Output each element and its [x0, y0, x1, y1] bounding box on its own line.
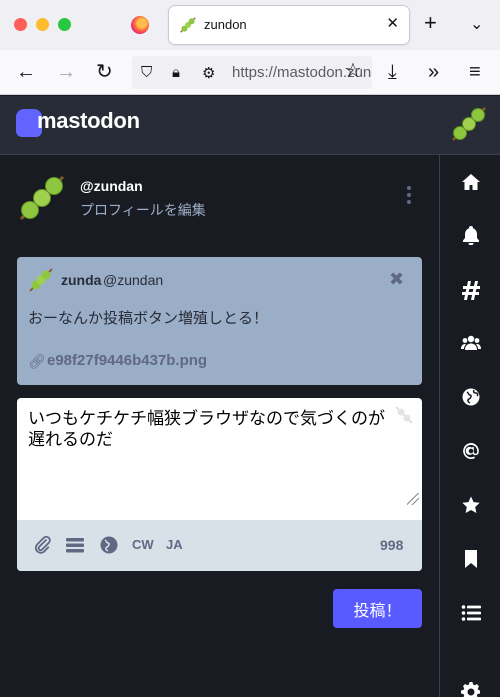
dango-favicon-icon	[180, 17, 196, 33]
browser-nav-bar: ← → ↻ ⛉ 🔒︎ ⚙ https://mastodon.zunda.ninj…	[0, 50, 500, 95]
menu-icon[interactable]: ≡	[469, 60, 481, 84]
profile-handle[interactable]: @zundan	[80, 178, 143, 194]
compose-form: いつもケチケチ幅狭ブラウザなので気づくのが遅れるのだ CW JA 998	[17, 398, 422, 571]
home-icon[interactable]	[440, 162, 500, 202]
profile-avatar[interactable]	[17, 173, 67, 223]
forward-arrow-icon[interactable]: →	[56, 60, 76, 84]
overflow-chevron-icon[interactable]: »	[428, 60, 439, 84]
star-icon[interactable]	[440, 485, 500, 525]
bookmark-star-icon[interactable]: ☆	[344, 59, 362, 83]
reply-acct[interactable]: @zundan	[103, 272, 163, 288]
shield-icon[interactable]: ⛉	[141, 64, 152, 81]
character-counter: 998	[380, 537, 404, 553]
app-header: mastodon	[0, 96, 500, 155]
at-icon[interactable]	[440, 431, 500, 471]
tab-list-chevron-icon[interactable]: ⌄	[470, 14, 483, 34]
tab-title: zundon	[204, 17, 247, 32]
paperclip-icon[interactable]	[33, 535, 53, 558]
compose-toolbar: CW JA 998	[17, 520, 422, 571]
publish-button[interactable]: 投稿！	[333, 589, 422, 628]
back-arrow-icon[interactable]: ←	[16, 60, 36, 84]
hashtag-icon[interactable]	[440, 270, 500, 310]
reload-icon[interactable]: ↻	[96, 60, 113, 84]
close-window-button[interactable]	[14, 18, 27, 31]
url-bar[interactable]: ⛉ 🔒︎ ⚙ https://mastodon.zunda.ninja/web/…	[132, 56, 372, 89]
reply-display-name[interactable]: zunda	[61, 272, 101, 288]
downloads-icon[interactable]: ⤓	[388, 60, 397, 84]
reply-avatar[interactable]	[28, 267, 54, 293]
edit-profile-link[interactable]: プロフィールを編集	[80, 200, 206, 220]
reply-indicator: zunda @zundan ✖ おーなんか投稿ボタン増殖しとる！ 🔗︎ e98f…	[17, 257, 422, 385]
poll-icon[interactable]	[65, 535, 85, 558]
tab-close-button[interactable]: ✕	[386, 14, 399, 32]
bookmark-icon[interactable]	[440, 539, 500, 579]
gear-icon[interactable]	[440, 671, 500, 697]
firefox-view-icon[interactable]	[131, 16, 149, 34]
lock-icon[interactable]: 🔒︎	[172, 64, 180, 81]
globe-icon[interactable]	[440, 377, 500, 417]
mastodon-app: mastodon @zundan プロフィールを編集 zunda @zundan…	[0, 96, 500, 697]
emoji-picker-icon[interactable]	[393, 404, 415, 426]
reply-attachment-link[interactable]: e98f27f9446b437b.png	[47, 352, 207, 369]
people-icon[interactable]	[440, 323, 500, 363]
cancel-reply-close-icon[interactable]: ✖	[389, 269, 404, 290]
content-warning-button[interactable]: CW	[132, 537, 154, 552]
new-tab-button[interactable]: +	[424, 12, 437, 34]
browser-tab-bar: zundon ✕ + ⌄	[0, 0, 500, 50]
brand-name[interactable]: mastodon	[37, 108, 140, 134]
language-button[interactable]: JA	[166, 537, 183, 552]
minimize-window-button[interactable]	[36, 18, 49, 31]
reply-text: おーなんか投稿ボタン増殖しとる！	[28, 310, 269, 327]
more-vertical-icon[interactable]	[403, 186, 415, 208]
list-icon[interactable]	[440, 593, 500, 633]
header-avatar[interactable]	[449, 104, 489, 144]
bell-icon[interactable]	[440, 215, 500, 255]
permissions-icon[interactable]: ⚙	[202, 64, 215, 82]
compose-column: @zundan プロフィールを編集 zunda @zundan ✖ おーなんか投…	[0, 155, 439, 697]
navigation-panel	[439, 155, 500, 697]
resize-handle-icon[interactable]	[407, 493, 419, 505]
globe-visibility-icon[interactable]	[99, 535, 119, 558]
compose-textarea[interactable]: いつもケチケチ幅狭ブラウザなので気づくのが遅れるのだ	[28, 408, 398, 450]
tab-zundon[interactable]: zundon ✕	[169, 6, 409, 44]
link-icon: 🔗︎	[28, 353, 46, 369]
maximize-window-button[interactable]	[58, 18, 71, 31]
